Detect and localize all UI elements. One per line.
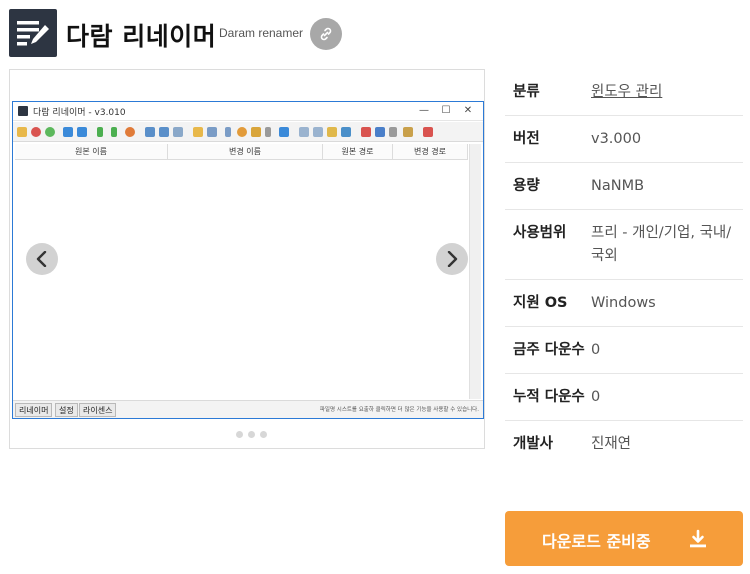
info-value: 0 xyxy=(591,342,601,358)
file-list-header: 원본 이름 변경 이름 원본 경로 변경 경로 xyxy=(15,144,468,160)
info-key: 개발사 xyxy=(513,436,554,452)
text-icon xyxy=(225,127,231,137)
info-value: Windows xyxy=(591,295,656,311)
page-subtitle: Daram renamer xyxy=(219,26,304,40)
info-key: 누적 다운수 xyxy=(513,389,585,405)
picture-icon xyxy=(403,127,413,137)
file-list-scrollbar[interactable] xyxy=(469,144,481,399)
window-remove-icon xyxy=(173,127,183,137)
list-icon xyxy=(389,127,397,137)
column-new-path[interactable]: 변경 경로 xyxy=(393,144,468,159)
notes-pencil-icon xyxy=(17,21,49,46)
tab-settings[interactable]: 설정 xyxy=(55,403,78,417)
tab-license[interactable]: 라이센스 xyxy=(79,403,117,417)
tag-icon xyxy=(299,127,309,137)
info-key: 버전 xyxy=(513,131,540,147)
window-icon xyxy=(145,127,155,137)
window-toolbar xyxy=(13,122,483,142)
shuffle-icon xyxy=(361,127,371,137)
column-original-name[interactable]: 원본 이름 xyxy=(15,144,168,159)
info-key: 용량 xyxy=(513,178,540,194)
maximize-icon: ☐ xyxy=(441,105,451,116)
check-icon xyxy=(45,127,55,137)
tag-remove-icon xyxy=(313,127,323,137)
status-message: 파일명 시스트를 요출하 클릭하면 더 많은 기능을 사용할 수 있습니다. xyxy=(319,407,479,413)
download-label: 다운로드 준비중 xyxy=(542,532,651,551)
info-row-size: 용량 NaNMB xyxy=(505,163,743,210)
info-row-weekly-downloads: 금주 다운수 0 xyxy=(505,327,743,374)
app-icon xyxy=(9,9,57,57)
minimize-icon: — xyxy=(419,105,429,116)
pagination-dot[interactable] xyxy=(260,431,267,438)
arrow-down-icon xyxy=(111,127,117,137)
window-app-icon xyxy=(18,106,28,116)
rainbow-icon xyxy=(125,127,135,137)
gallery-prev-button[interactable] xyxy=(26,243,58,275)
window-titlebar: 다람 리네이머 - v3.010 — ☐ ✕ xyxy=(13,102,483,121)
monitor-icon xyxy=(207,127,217,137)
chevron-left-icon xyxy=(36,251,47,267)
info-row-license: 사용범위 프리 - 개인/기업, 국내/국외 xyxy=(505,210,743,280)
window-status-bar: 리네이머 설정 라이센스 파일명 시스트를 요출하 클릭하면 더 많은 기능을 … xyxy=(13,400,483,418)
info-key: 지원 OS xyxy=(513,295,568,311)
bar-chart-icon xyxy=(375,127,385,137)
info-value: 진재연 xyxy=(591,436,632,452)
window-controls: — ☐ ✕ xyxy=(413,103,479,119)
info-value: 프리 - 개인/기업, 국내/국외 xyxy=(591,225,732,264)
image-icon xyxy=(193,127,203,137)
folder-icon xyxy=(17,127,27,137)
screenshot-gallery: 다람 리네이머 - v3.010 — ☐ ✕ 원본 이름 변경 이름 원본 경로… xyxy=(9,69,485,449)
pencil-icon xyxy=(327,127,337,137)
close-icon: ✕ xyxy=(463,105,473,116)
info-key: 금주 다운수 xyxy=(513,342,585,358)
info-value: v3.000 xyxy=(591,131,642,147)
info-value: NaNMB xyxy=(591,178,645,194)
gallery-pagination xyxy=(236,431,267,438)
filter-icon xyxy=(341,127,351,137)
download-button[interactable]: 다운로드 준비중 xyxy=(505,511,743,566)
gallery-next-button[interactable] xyxy=(436,243,468,275)
info-row-total-downloads: 누적 다운수 0 xyxy=(505,374,743,421)
redo-icon xyxy=(77,127,87,137)
chevron-right-icon xyxy=(447,251,458,267)
info-row-os: 지원 OS Windows xyxy=(505,280,743,327)
gear-icon xyxy=(237,127,247,137)
arrow-up-icon xyxy=(97,127,103,137)
info-key: 사용범위 xyxy=(513,225,567,241)
page-title: 다람 리네이머 xyxy=(66,22,217,51)
column-original-path[interactable]: 원본 경로 xyxy=(323,144,393,159)
download-icon xyxy=(690,529,706,548)
info-row-developer: 개발사 진재연 xyxy=(505,421,743,467)
remove-icon xyxy=(31,127,41,137)
app-info-table: 분류 윈도우 관리 버전 v3.000 용량 NaNMB 사용범위 프리 - 개… xyxy=(505,69,743,467)
scissors-icon xyxy=(265,127,271,137)
undo-icon xyxy=(63,127,73,137)
link-icon xyxy=(320,27,332,41)
info-row-version: 버전 v3.000 xyxy=(505,116,743,163)
calendar-icon xyxy=(423,127,433,137)
tab-renamer[interactable]: 리네이머 xyxy=(15,403,53,417)
pagination-dot[interactable] xyxy=(248,431,255,438)
sort-icon xyxy=(279,127,289,137)
wand-icon xyxy=(251,127,261,137)
window-add-icon xyxy=(159,127,169,137)
info-key: 분류 xyxy=(513,84,540,100)
info-value: 0 xyxy=(591,389,601,405)
pagination-dot[interactable] xyxy=(236,431,243,438)
column-new-name[interactable]: 변경 이름 xyxy=(168,144,323,159)
category-link[interactable]: 윈도우 관리 xyxy=(591,81,662,104)
gallery-image[interactable]: 다람 리네이머 - v3.010 — ☐ ✕ 원본 이름 변경 이름 원본 경로… xyxy=(12,101,484,419)
share-link-button[interactable] xyxy=(310,18,342,50)
info-row-category: 분류 윈도우 관리 xyxy=(505,69,743,116)
window-title: 다람 리네이머 - v3.010 xyxy=(33,108,126,118)
